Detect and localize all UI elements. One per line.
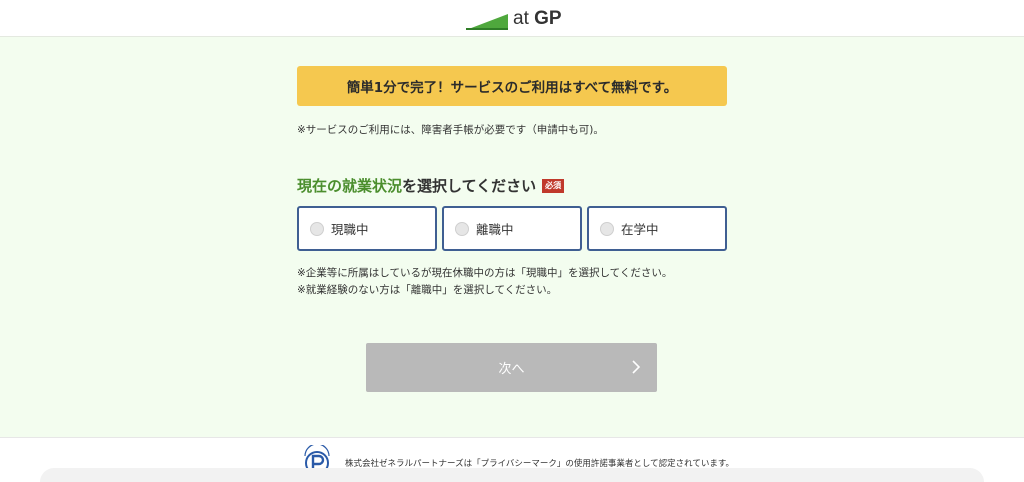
next-button[interactable]: 次へ	[366, 343, 657, 392]
note-leave: ※企業等に所属はしているが現在休職中の方は「現職中」を選択してください。	[297, 267, 673, 279]
site-header: at GP	[0, 0, 1024, 37]
logo-text: at GP	[513, 8, 562, 29]
footer-panel	[40, 468, 984, 482]
radio-unemployed[interactable]	[455, 221, 469, 236]
next-button-label: 次へ	[498, 362, 525, 377]
option-label: 在学中	[621, 222, 659, 237]
question-highlight: 現在の就業状況	[297, 177, 403, 195]
required-badge: 必須	[542, 178, 565, 193]
question-rest: を選択してください	[402, 177, 537, 195]
banner-text: 簡単1分で完了！サービスのご利用はすべて無料です。	[346, 80, 678, 96]
free-service-banner: 簡単1分で完了！サービスのご利用はすべて無料です。	[297, 66, 727, 106]
radio-student[interactable]	[600, 221, 614, 236]
logo-graphic-icon	[466, 14, 508, 30]
option-unemployed[interactable]: 離職中	[442, 206, 582, 251]
note-no-experience: ※就業経験のない方は「離職中」を選択してください。	[297, 284, 558, 296]
option-label: 現職中	[331, 222, 369, 237]
site-logo[interactable]: at GP	[466, 6, 562, 30]
option-label: 離職中	[476, 222, 514, 237]
handbook-note: ※サービスのご利用には、障害者手帳が必要です（申請中も可)。	[297, 124, 604, 136]
employment-status-question: 現在の就業状況 を選択してください 必須	[297, 175, 565, 196]
chevron-right-icon	[632, 360, 641, 374]
selection-notes: ※企業等に所属はしているが現在休職中の方は「現職中」を選択してください。 ※就業…	[297, 265, 672, 299]
option-student[interactable]: 在学中	[587, 206, 727, 251]
option-employed[interactable]: 現職中	[297, 206, 437, 251]
employment-status-options: 現職中 離職中 在学中	[297, 206, 727, 251]
radio-employed[interactable]	[310, 221, 324, 236]
